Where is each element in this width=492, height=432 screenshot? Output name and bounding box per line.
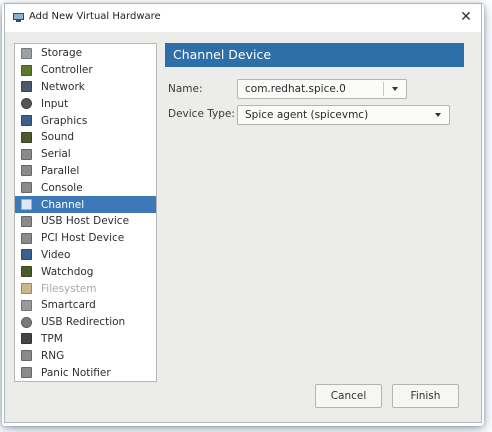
panic-notifier-icon: [21, 367, 32, 379]
sidebar-item-label: PCI Host Device: [41, 232, 125, 245]
sidebar-item-video[interactable]: Video: [15, 247, 156, 264]
sidebar-item-controller[interactable]: Controller: [15, 62, 156, 79]
sidebar-item-pci-host-device[interactable]: PCI Host Device: [15, 230, 156, 247]
sidebar-item-smartcard[interactable]: Smartcard: [15, 297, 156, 314]
sidebar-item-label: Filesystem: [41, 282, 97, 295]
close-icon: ✕: [460, 9, 472, 25]
sidebar-item-label: Panic Notifier: [41, 366, 111, 379]
sidebar-item-usb-redirection[interactable]: USB Redirection: [15, 314, 156, 331]
sidebar-item-label: Controller: [41, 64, 93, 77]
filesystem-icon: [21, 283, 32, 295]
sidebar-item-console[interactable]: Console: [15, 179, 156, 196]
sidebar-item-input[interactable]: Input: [15, 95, 156, 112]
sidebar-item-storage[interactable]: Storage: [15, 45, 156, 62]
sidebar-item-parallel[interactable]: Parallel: [15, 163, 156, 180]
sidebar-item-label: Parallel: [41, 164, 80, 177]
sidebar-item-filesystem[interactable]: Filesystem: [15, 280, 156, 297]
sidebar-item-label: RNG: [41, 349, 65, 362]
virt-manager-app-icon: [13, 13, 24, 22]
sidebar-item-label: Watchdog: [41, 265, 94, 278]
sidebar-item-label: Graphics: [41, 114, 88, 127]
sidebar-item-channel[interactable]: Channel: [15, 196, 156, 213]
serial-icon: [21, 148, 32, 160]
chevron-down-icon: [427, 106, 449, 124]
channel-icon: [21, 199, 32, 211]
sound-icon: [21, 131, 32, 143]
sidebar-item-label: USB Redirection: [41, 316, 126, 329]
sidebar-item-tpm[interactable]: TPM: [15, 331, 156, 348]
sidebar-item-label: Network: [41, 80, 85, 93]
tpm-icon: [21, 333, 32, 345]
title-bar: Add New Virtual Hardware ✕: [5, 4, 481, 32]
sidebar-item-panic-notifier[interactable]: Panic Notifier: [15, 364, 156, 381]
sidebar-item-sound[interactable]: Sound: [15, 129, 156, 146]
pci-host-device-icon: [21, 232, 32, 244]
console-icon: [21, 182, 32, 194]
name-combo-value: com.redhat.spice.0: [245, 83, 346, 95]
chevron-down-icon: [384, 80, 406, 98]
smartcard-icon: [21, 299, 32, 311]
sidebar-item-rng[interactable]: RNG: [15, 347, 156, 364]
rng-icon: [21, 350, 32, 362]
sidebar-item-label: TPM: [41, 332, 63, 345]
sidebar-item-label: USB Host Device: [41, 215, 130, 228]
add-hardware-dialog: Add New Virtual Hardware ✕ Storage Contro…: [4, 3, 482, 423]
sidebar-item-label: Console: [41, 181, 83, 194]
usb-redirection-icon: [21, 316, 32, 328]
panel-header: Channel Device: [165, 43, 464, 67]
network-icon: [21, 81, 32, 93]
close-button[interactable]: ✕: [457, 8, 475, 26]
sidebar-item-label: Input: [41, 97, 69, 110]
window-title: Add New Virtual Hardware: [29, 11, 161, 22]
device-type-label: Device Type:: [168, 108, 235, 120]
storage-icon: [21, 47, 32, 59]
hardware-type-list: Storage Controller Network Input Graphics Sou…: [14, 43, 157, 382]
sidebar-item-label: Serial: [41, 148, 71, 161]
device-type-select[interactable]: Spice agent (spicevmc): [237, 105, 450, 125]
sidebar-item-graphics[interactable]: Graphics: [15, 112, 156, 129]
name-label: Name:: [168, 83, 203, 95]
sidebar-item-label: Storage: [41, 47, 83, 60]
sidebar-item-serial[interactable]: Serial: [15, 146, 156, 163]
sidebar-item-label: Video: [41, 248, 71, 261]
usb-host-device-icon: [21, 215, 32, 227]
sidebar-item-label: Channel: [41, 198, 85, 211]
sidebar-item-network[interactable]: Network: [15, 79, 156, 96]
sidebar-item-watchdog[interactable]: Watchdog: [15, 263, 156, 280]
sidebar-item-usb-host-device[interactable]: USB Host Device: [15, 213, 156, 230]
watchdog-icon: [21, 266, 32, 278]
sidebar-item-label: Sound: [41, 131, 75, 144]
controller-icon: [21, 64, 32, 76]
video-icon: [21, 249, 32, 261]
device-type-value: Spice agent (spicevmc): [245, 109, 369, 121]
parallel-icon: [21, 165, 32, 177]
input-icon: [21, 98, 32, 110]
cancel-button[interactable]: Cancel: [315, 384, 382, 408]
name-combo[interactable]: com.redhat.spice.0: [237, 79, 407, 99]
finish-button[interactable]: Finish: [392, 384, 459, 408]
graphics-icon: [21, 115, 32, 127]
sidebar-item-label: Smartcard: [41, 299, 96, 312]
